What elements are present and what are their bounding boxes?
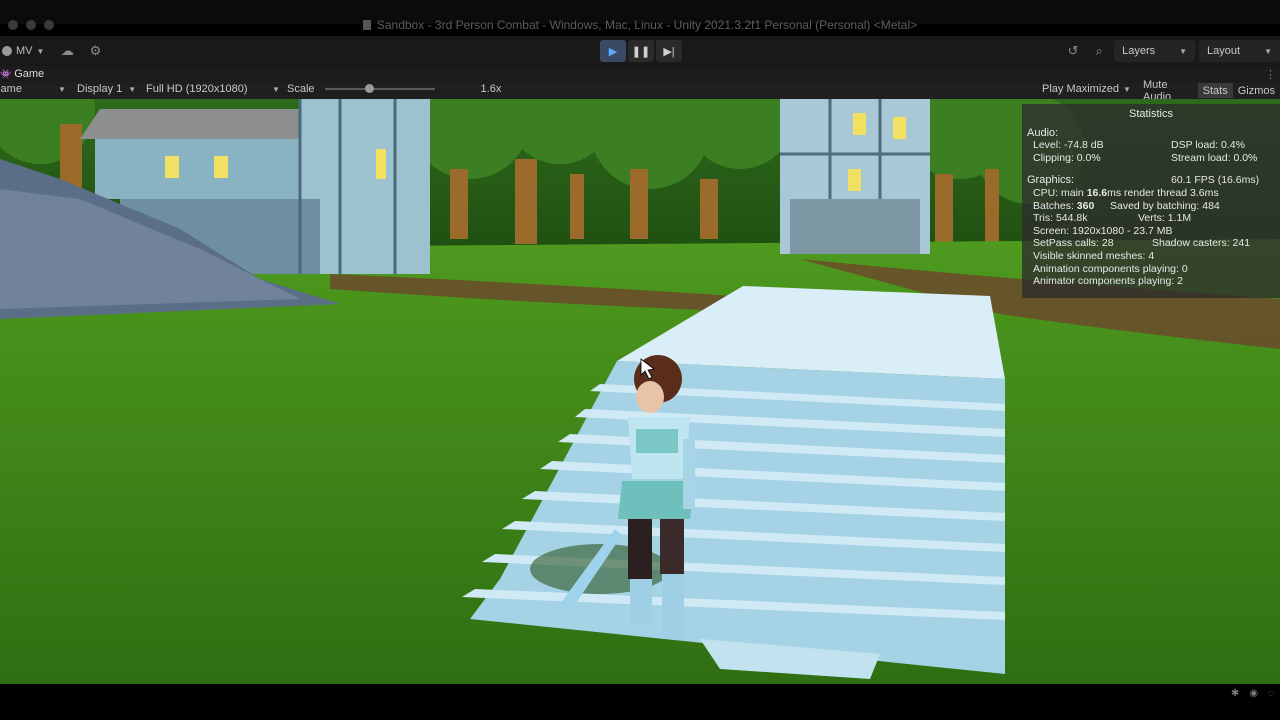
scale-slider[interactable] xyxy=(324,84,435,93)
tab-game[interactable]: 👾 Game xyxy=(0,68,44,80)
cpu-suffix: ms render thread 3.6ms xyxy=(1107,186,1219,199)
saved-by-batching: Saved by batching: 484 xyxy=(1110,199,1220,212)
window-titlebar: Sandbox - 3rd Person Combat - Windows, M… xyxy=(0,14,1280,36)
scale-slider-thumb[interactable] xyxy=(364,84,374,93)
layers-label: Layers xyxy=(1122,45,1156,57)
view-mode-label: Game xyxy=(0,83,22,95)
batches-prefix: Batches: xyxy=(1033,199,1077,212)
stream-load: Stream load: 0.0% xyxy=(1171,151,1258,164)
house-right xyxy=(780,99,930,254)
play-button[interactable]: ▶ xyxy=(600,40,626,62)
letterbox-bottom xyxy=(0,684,1280,720)
mute-audio-button[interactable]: Mute Audio xyxy=(1138,79,1198,103)
screen-readout: Screen: 1920x1080 - 23.7 MB xyxy=(1033,224,1173,237)
statistics-overlay: Statistics Audio: Level: -74.8 dB DSP loa… xyxy=(1022,104,1280,298)
play-mode-dropdown[interactable]: Play Maximized ▼ xyxy=(1042,83,1131,95)
tab-game-label: Game xyxy=(14,68,45,80)
shadow-casters-readout: Shadow casters: 241 xyxy=(1152,237,1251,250)
pause-button[interactable]: ❚❚ xyxy=(628,40,654,62)
main-toolbar: MV ▼ ☁ ⚙ ▶ ❚❚ ▶| ↺ ⌕ Layers ▼ Layout ▼ xyxy=(0,36,1280,67)
view-mode-dropdown[interactable]: Game ▼ xyxy=(0,83,66,95)
resolution-dropdown[interactable]: Full HD (1920x1080) ▼ xyxy=(146,83,280,95)
display-label: Display 1 xyxy=(77,83,123,95)
window-title: Sandbox - 3rd Person Combat - Windows, M… xyxy=(376,18,918,32)
toggle-group: Mute Audio Stats Gizmos xyxy=(1138,79,1280,103)
display-dropdown[interactable]: Display 1 ▼ xyxy=(77,83,136,95)
cpu-prefix: CPU: main xyxy=(1033,186,1087,199)
playmode-controls: ▶ ❚❚ ▶| xyxy=(600,40,682,62)
debug-icon[interactable]: ✱ xyxy=(1231,688,1239,699)
chevron-down-icon: ▼ xyxy=(36,46,45,56)
setpass-readout: SetPass calls: 28 xyxy=(1033,237,1114,250)
step-button[interactable]: ▶| xyxy=(656,40,682,62)
verts-readout: Verts: 1.1M xyxy=(1138,212,1192,225)
pause-icon: ❚❚ xyxy=(631,45,651,58)
game-view-toolbar: Game ▼ Display 1 ▼ Full HD (1920x1080) ▼… xyxy=(0,79,1280,103)
chevron-down-icon: ▼ xyxy=(58,84,66,94)
fps-readout: 60.1 FPS (16.6ms) xyxy=(1171,174,1260,187)
notifications-icon[interactable]: ◉ xyxy=(1249,688,1258,699)
cloud-icon[interactable]: ☁ xyxy=(56,41,78,61)
layers-dropdown[interactable]: Layers ▼ xyxy=(1114,40,1196,62)
document-icon xyxy=(362,20,371,30)
more-options-icon[interactable]: ⋮ xyxy=(1265,68,1276,81)
chevron-down-icon: ▼ xyxy=(128,84,137,94)
game-view-icon: 👾 xyxy=(0,68,12,79)
progress-icon[interactable]: ◌ xyxy=(1268,688,1274,699)
step-icon: ▶| xyxy=(663,45,675,58)
layout-label: Layout xyxy=(1207,45,1241,57)
animator-components-readout: Animator components playing: 2 xyxy=(1033,275,1183,288)
skinned-meshes-readout: Visible skinned meshes: 4 xyxy=(1033,249,1155,262)
chevron-down-icon: ▼ xyxy=(1179,46,1188,56)
stats-button[interactable]: Stats xyxy=(1197,83,1233,98)
chevron-down-icon: ▼ xyxy=(272,84,280,94)
account-avatar-icon xyxy=(2,46,12,56)
batches-value: 360 xyxy=(1076,199,1095,212)
animation-components-readout: Animation components playing: 0 xyxy=(1033,262,1188,275)
resolution-label: Full HD (1920x1080) xyxy=(146,83,248,95)
cpu-readout: CPU: main 16.6ms render thread 3.6ms xyxy=(1033,187,1219,200)
cpu-main-value: 16.6 xyxy=(1086,186,1108,199)
tab-strip: 👾 Game ⋮ xyxy=(0,66,1280,82)
statistics-title: Statistics xyxy=(1128,108,1173,120)
scale-value: 1.6x xyxy=(480,83,502,95)
audio-clipping: Clipping: 0.0% xyxy=(1033,151,1101,164)
scale-control: Scale 1.6x xyxy=(287,83,501,95)
collab-settings-icon[interactable]: ⚙ xyxy=(84,41,106,61)
layout-dropdown[interactable]: Layout ▼ xyxy=(1199,40,1280,62)
chevron-down-icon: ▼ xyxy=(1264,46,1272,56)
scale-label: Scale xyxy=(287,83,315,95)
chevron-down-icon: ▼ xyxy=(1123,84,1131,94)
search-icon[interactable]: ⌕ xyxy=(1088,41,1110,61)
account-dropdown[interactable]: MV ▼ xyxy=(0,45,50,57)
play-icon: ▶ xyxy=(608,45,618,58)
play-mode-label: Play Maximized xyxy=(1042,83,1120,95)
batches-readout: Batches: 360 xyxy=(1033,200,1094,213)
history-icon[interactable]: ↺ xyxy=(1062,41,1084,61)
account-name: MV xyxy=(16,45,33,57)
status-icons: ✱ ◉ ◌ xyxy=(1231,688,1274,699)
tris-readout: Tris: 544.8k xyxy=(1033,212,1088,225)
gizmos-button[interactable]: Gizmos xyxy=(1233,83,1280,98)
audio-header: Audio: xyxy=(1027,126,1059,139)
dsp-load: DSP load: 0.4% xyxy=(1171,139,1245,152)
audio-level: Level: -74.8 dB xyxy=(1033,139,1104,152)
